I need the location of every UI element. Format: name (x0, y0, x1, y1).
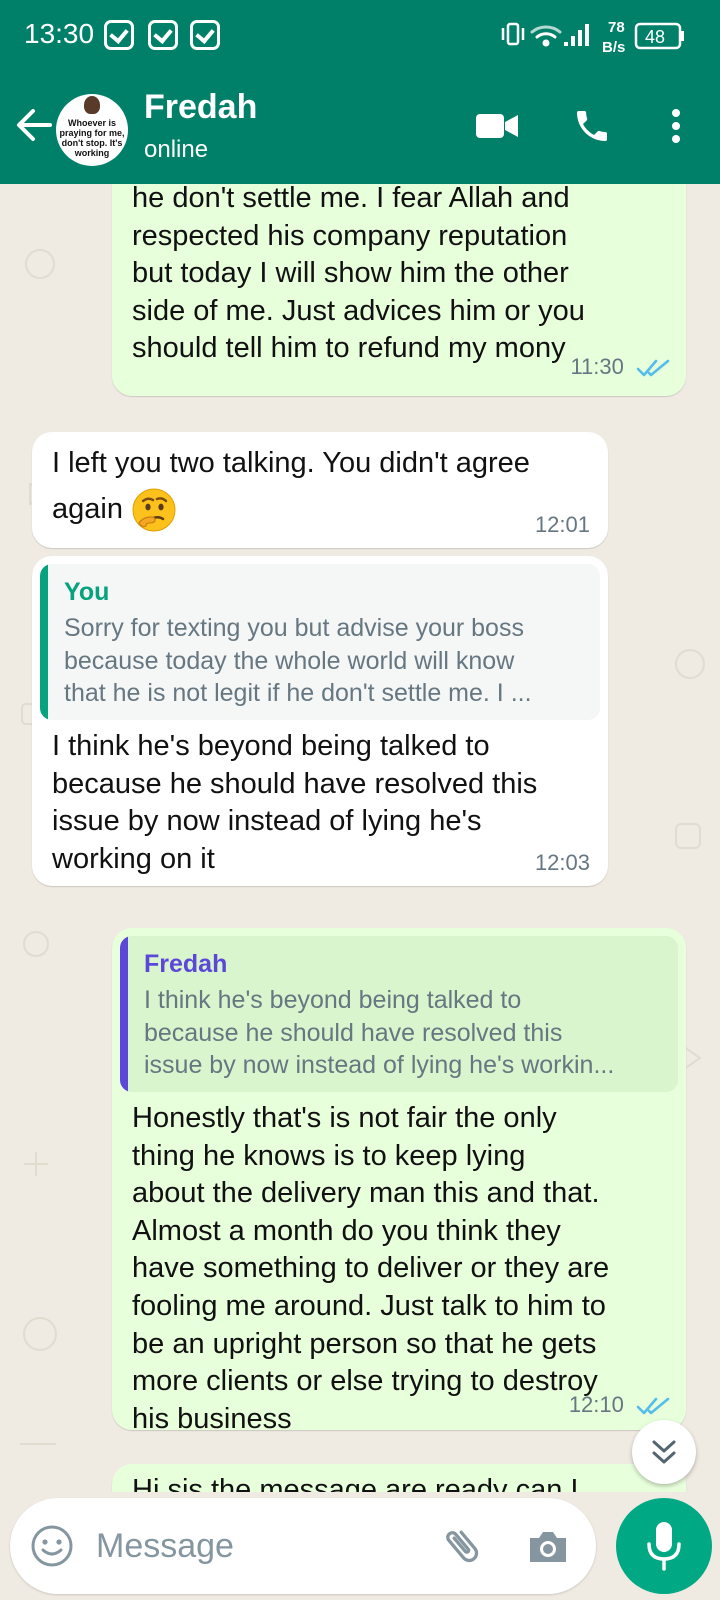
signal-icon (564, 24, 589, 46)
message-bubble-incoming[interactable]: I left you two talking. You didn't agree… (32, 432, 608, 548)
chat-messages[interactable]: he don't settle me. I fear Allah and res… (0, 184, 720, 1492)
message-meta: 11:30 (570, 354, 670, 380)
more-options-icon[interactable] (664, 106, 688, 146)
message-meta: 12:10 (569, 1392, 670, 1418)
quote-bar (120, 936, 128, 1092)
svg-text:B/s: B/s (602, 39, 625, 56)
emoji-icon[interactable] (30, 1524, 74, 1568)
message-time: 12:01 (534, 512, 590, 537)
video-call-icon[interactable] (474, 106, 520, 146)
voice-message-button[interactable] (616, 1498, 712, 1594)
network-speed: 78 (608, 19, 625, 36)
voice-call-icon[interactable] (572, 106, 612, 146)
vibrate-icon (501, 22, 525, 46)
notification-v-icon (104, 20, 134, 50)
message-time: 12:10 (568, 1392, 624, 1417)
thinking-face-emoji-icon (132, 488, 176, 532)
quoted-message[interactable]: You Sorry for texting you but advise you… (40, 564, 600, 720)
quoted-message[interactable]: Fredah I think he's beyond being talked … (120, 936, 678, 1092)
quote-author: Fredah (144, 950, 228, 978)
back-arrow-icon[interactable] (14, 102, 54, 148)
quote-author: You (64, 578, 110, 606)
message-text: Hi sis the message are ready can I (132, 1474, 579, 1492)
read-ticks-icon (636, 1397, 670, 1415)
status-indicators: 78 B/s 48 (500, 16, 696, 56)
message-bubble-outgoing[interactable]: Fredah I think he's beyond being talked … (112, 928, 686, 1435)
message-time: 12:03 (534, 850, 590, 875)
message-bubble-outgoing[interactable]: Hi sis the message are ready can I (112, 1464, 686, 1492)
notification-v-icon (148, 20, 178, 50)
notification-v-icon (190, 20, 220, 50)
microphone-icon (647, 1522, 681, 1571)
read-ticks-icon (636, 359, 670, 377)
message-text: I left you two talking. You didn't agree… (52, 440, 530, 533)
message-input[interactable] (96, 1516, 416, 1576)
svg-text:48: 48 (645, 27, 665, 47)
contact-name[interactable]: Fredah (144, 88, 257, 127)
message-text: Honestly that's is not fair the only thi… (132, 1102, 610, 1435)
wifi-icon (530, 25, 562, 47)
message-time: 11:30 (570, 354, 624, 379)
scroll-to-bottom-button[interactable] (632, 1420, 696, 1484)
quote-bar (40, 564, 48, 720)
contact-status: online (144, 136, 209, 163)
message-bubble-outgoing[interactable]: he don't settle me. I fear Allah and res… (112, 184, 686, 396)
quote-text: I think he's beyond being talked to beca… (144, 986, 615, 1079)
battery-icon: 48 (634, 22, 684, 50)
message-composer (10, 1498, 596, 1594)
contact-avatar[interactable]: Whoever is praying for me, don't stop. I… (56, 94, 128, 166)
message-bubble-incoming[interactable]: You Sorry for texting you but advise you… (32, 556, 608, 886)
chat-header: Whoever is praying for me, don't stop. I… (0, 72, 720, 184)
message-text: he don't settle me. I fear Allah and res… (132, 184, 585, 365)
status-bar: 13:30 78 B/s 48 (0, 0, 720, 72)
double-chevron-down-icon (652, 1440, 676, 1464)
attach-paperclip-icon[interactable] (440, 1524, 484, 1568)
quote-text: Sorry for texting you but advise your bo… (64, 614, 532, 707)
status-time: 13:30 (24, 18, 95, 49)
avatar-text: Whoever is praying for me, don't stop. I… (59, 118, 125, 158)
message-text: I think he's beyond being talked to beca… (52, 730, 538, 875)
camera-icon[interactable] (526, 1526, 570, 1566)
